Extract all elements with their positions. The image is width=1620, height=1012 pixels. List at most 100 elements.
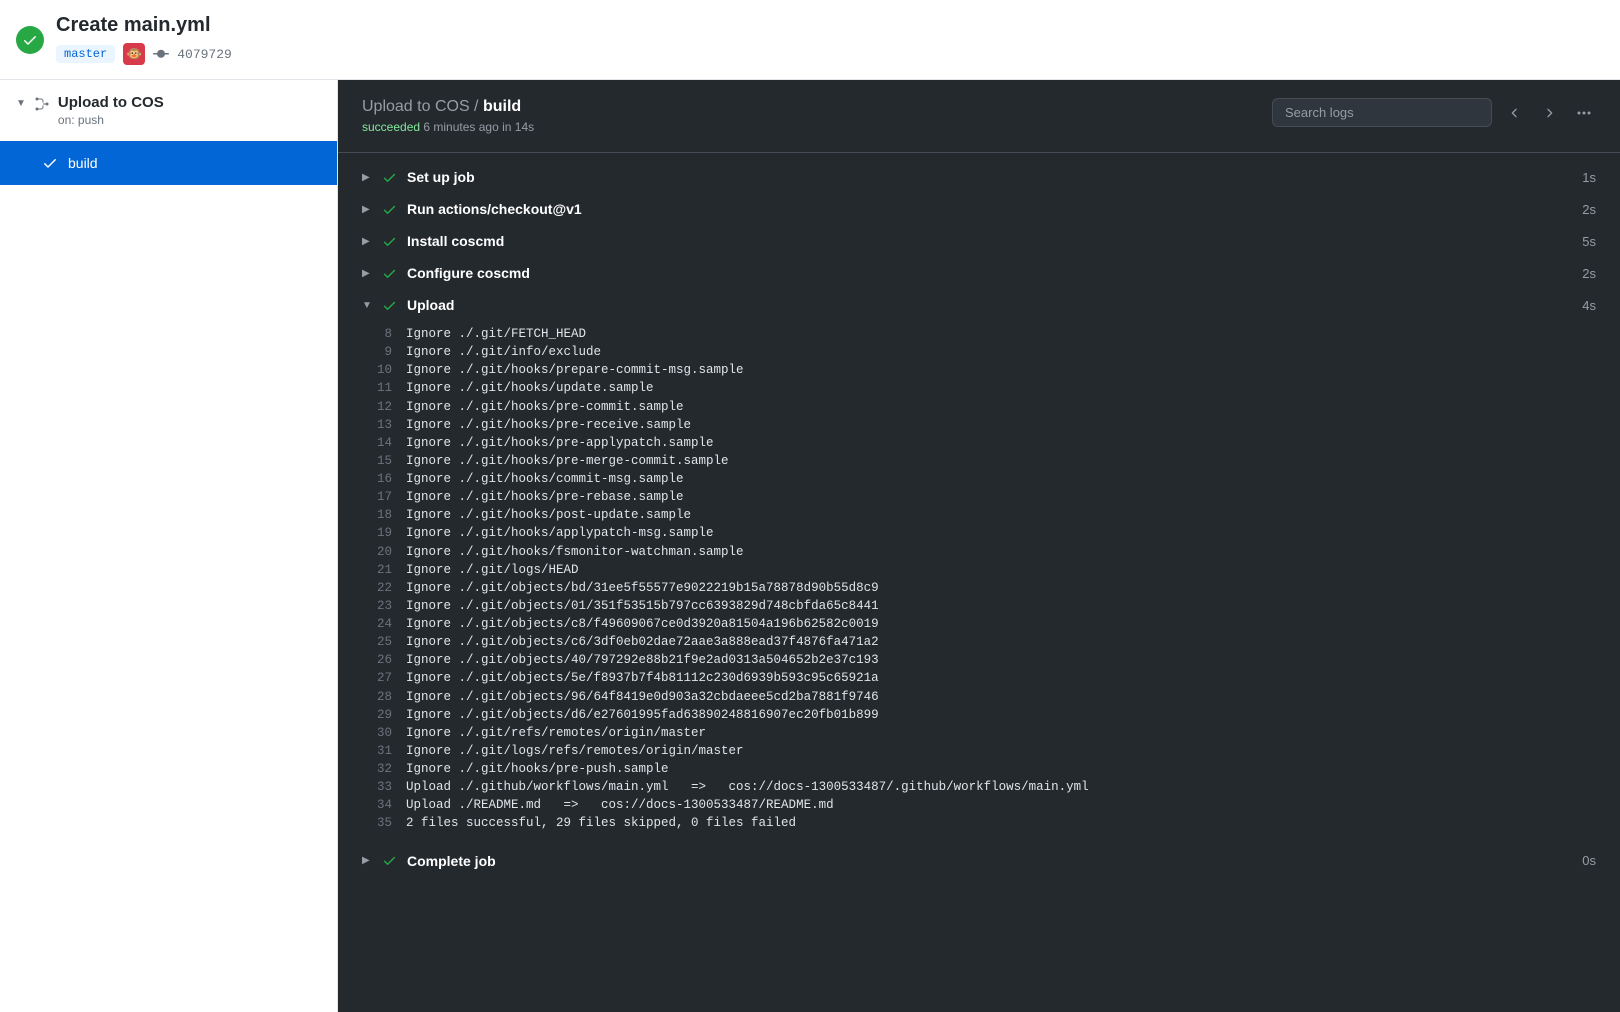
line-text: Ignore ./.git/objects/c8/f49609067ce0d39…	[406, 615, 879, 633]
log-line: 27Ignore ./.git/objects/5e/f8937b7f4b811…	[338, 669, 1620, 687]
line-text: Ignore ./.git/hooks/pre-push.sample	[406, 760, 669, 778]
line-text: Ignore ./.git/hooks/post-update.sample	[406, 506, 691, 524]
branch-badge[interactable]: master	[56, 45, 115, 63]
line-number: 35	[362, 814, 406, 832]
workflow-header[interactable]: ▼ Upload to COS on: push	[0, 80, 337, 141]
page-header: Create main.yml master 🐵 4079729	[0, 0, 1620, 80]
breadcrumb: Upload to COS / build	[362, 98, 534, 116]
line-number: 24	[362, 615, 406, 633]
check-icon	[382, 266, 397, 281]
job-name: build	[68, 155, 98, 171]
chevron-right-icon[interactable]: ▶	[362, 236, 372, 247]
line-number: 27	[362, 669, 406, 687]
status-line: succeeded 6 minutes ago in 14s	[362, 120, 534, 134]
line-number: 31	[362, 742, 406, 760]
step-duration: 2s	[1582, 202, 1596, 217]
step-row[interactable]: ▶Set up job1s	[338, 161, 1620, 193]
log-line: 29Ignore ./.git/objects/d6/e27601995fad6…	[338, 706, 1620, 724]
chevron-right-icon[interactable]: ▶	[362, 172, 372, 183]
line-number: 25	[362, 633, 406, 651]
step-duration: 0s	[1582, 853, 1596, 868]
chevron-down-icon[interactable]: ▼	[16, 98, 26, 109]
log-line: 24Ignore ./.git/objects/c8/f49609067ce0d…	[338, 615, 1620, 633]
log-line: 10Ignore ./.git/hooks/prepare-commit-msg…	[338, 361, 1620, 379]
step-row[interactable]: ▶Install coscmd5s	[338, 225, 1620, 257]
next-match-icon[interactable]	[1538, 102, 1560, 124]
check-icon	[382, 234, 397, 249]
line-number: 8	[362, 325, 406, 343]
log-line: 13Ignore ./.git/hooks/pre-receive.sample	[338, 416, 1620, 434]
log-line: 15Ignore ./.git/hooks/pre-merge-commit.s…	[338, 452, 1620, 470]
log-line: 9Ignore ./.git/info/exclude	[338, 343, 1620, 361]
line-number: 29	[362, 706, 406, 724]
log-line: 12Ignore ./.git/hooks/pre-commit.sample	[338, 398, 1620, 416]
step-duration: 4s	[1582, 298, 1596, 313]
log-line: 352 files successful, 29 files skipped, …	[338, 814, 1620, 832]
line-text: Ignore ./.git/hooks/applypatch-msg.sampl…	[406, 524, 714, 542]
workflow-name: Upload to COS	[58, 94, 164, 111]
log-line: 23Ignore ./.git/objects/01/351f53515b797…	[338, 597, 1620, 615]
search-input[interactable]	[1272, 98, 1492, 127]
line-number: 17	[362, 488, 406, 506]
line-text: Ignore ./.git/logs/refs/remotes/origin/m…	[406, 742, 744, 760]
line-text: Ignore ./.git/hooks/pre-merge-commit.sam…	[406, 452, 729, 470]
line-number: 20	[362, 543, 406, 561]
sidebar-job-build[interactable]: build	[0, 141, 337, 185]
step-row[interactable]: ▶Run actions/checkout@v12s	[338, 193, 1620, 225]
line-text: Ignore ./.git/hooks/pre-rebase.sample	[406, 488, 684, 506]
log-line: 32Ignore ./.git/hooks/pre-push.sample	[338, 760, 1620, 778]
workflow-trigger: on: push	[58, 113, 164, 127]
log-line: 21Ignore ./.git/logs/HEAD	[338, 561, 1620, 579]
step-name: Complete job	[407, 853, 1572, 869]
workflow-sidebar: ▼ Upload to COS on: push build	[0, 80, 338, 1012]
step-row[interactable]: ▼ Upload 4s	[338, 289, 1620, 321]
kebab-menu-icon[interactable]	[1572, 101, 1596, 125]
line-number: 22	[362, 579, 406, 597]
line-text: Ignore ./.git/objects/96/64f8419e0d903a3…	[406, 688, 879, 706]
line-text: Ignore ./.git/hooks/commit-msg.sample	[406, 470, 684, 488]
line-text: Ignore ./.git/hooks/pre-receive.sample	[406, 416, 691, 434]
chevron-right-icon[interactable]: ▶	[362, 855, 372, 866]
line-number: 26	[362, 651, 406, 669]
line-number: 28	[362, 688, 406, 706]
step-duration: 1s	[1582, 170, 1596, 185]
author-avatar[interactable]: 🐵	[123, 43, 145, 65]
line-number: 9	[362, 343, 406, 361]
line-number: 11	[362, 379, 406, 397]
log-line: 18Ignore ./.git/hooks/post-update.sample	[338, 506, 1620, 524]
log-line: 16Ignore ./.git/hooks/commit-msg.sample	[338, 470, 1620, 488]
line-text: 2 files successful, 29 files skipped, 0 …	[406, 814, 796, 832]
line-text: Ignore ./.git/hooks/fsmonitor-watchman.s…	[406, 543, 744, 561]
run-status-success-icon	[16, 26, 44, 54]
log-line: 20Ignore ./.git/hooks/fsmonitor-watchman…	[338, 543, 1620, 561]
log-output: 8Ignore ./.git/FETCH_HEAD9Ignore ./.git/…	[338, 321, 1620, 845]
step-name: Upload	[407, 297, 1572, 313]
line-text: Upload ./README.md => cos://docs-1300533…	[406, 796, 834, 814]
step-duration: 5s	[1582, 234, 1596, 249]
line-text: Ignore ./.git/hooks/prepare-commit-msg.s…	[406, 361, 744, 379]
log-line: 31Ignore ./.git/logs/refs/remotes/origin…	[338, 742, 1620, 760]
log-line: 17Ignore ./.git/hooks/pre-rebase.sample	[338, 488, 1620, 506]
line-number: 33	[362, 778, 406, 796]
prev-match-icon[interactable]	[1504, 102, 1526, 124]
line-number: 19	[362, 524, 406, 542]
log-line: 14Ignore ./.git/hooks/pre-applypatch.sam…	[338, 434, 1620, 452]
line-number: 12	[362, 398, 406, 416]
log-panel: Upload to COS / build succeeded 6 minute…	[338, 80, 1620, 1012]
commit-sha[interactable]: 4079729	[177, 47, 232, 62]
run-title: Create main.yml	[56, 14, 232, 37]
step-row[interactable]: ▶Configure coscmd2s	[338, 257, 1620, 289]
line-text: Ignore ./.git/hooks/update.sample	[406, 379, 654, 397]
log-line: 11Ignore ./.git/hooks/update.sample	[338, 379, 1620, 397]
log-line: 28Ignore ./.git/objects/96/64f8419e0d903…	[338, 688, 1620, 706]
line-number: 32	[362, 760, 406, 778]
chevron-down-icon[interactable]: ▼	[362, 300, 372, 311]
line-number: 21	[362, 561, 406, 579]
line-number: 16	[362, 470, 406, 488]
chevron-right-icon[interactable]: ▶	[362, 268, 372, 279]
line-number: 30	[362, 724, 406, 742]
chevron-right-icon[interactable]: ▶	[362, 204, 372, 215]
line-text: Ignore ./.git/objects/c6/3df0eb02dae72aa…	[406, 633, 879, 651]
check-icon	[42, 155, 58, 171]
step-row[interactable]: ▶ Complete job 0s	[338, 845, 1620, 877]
